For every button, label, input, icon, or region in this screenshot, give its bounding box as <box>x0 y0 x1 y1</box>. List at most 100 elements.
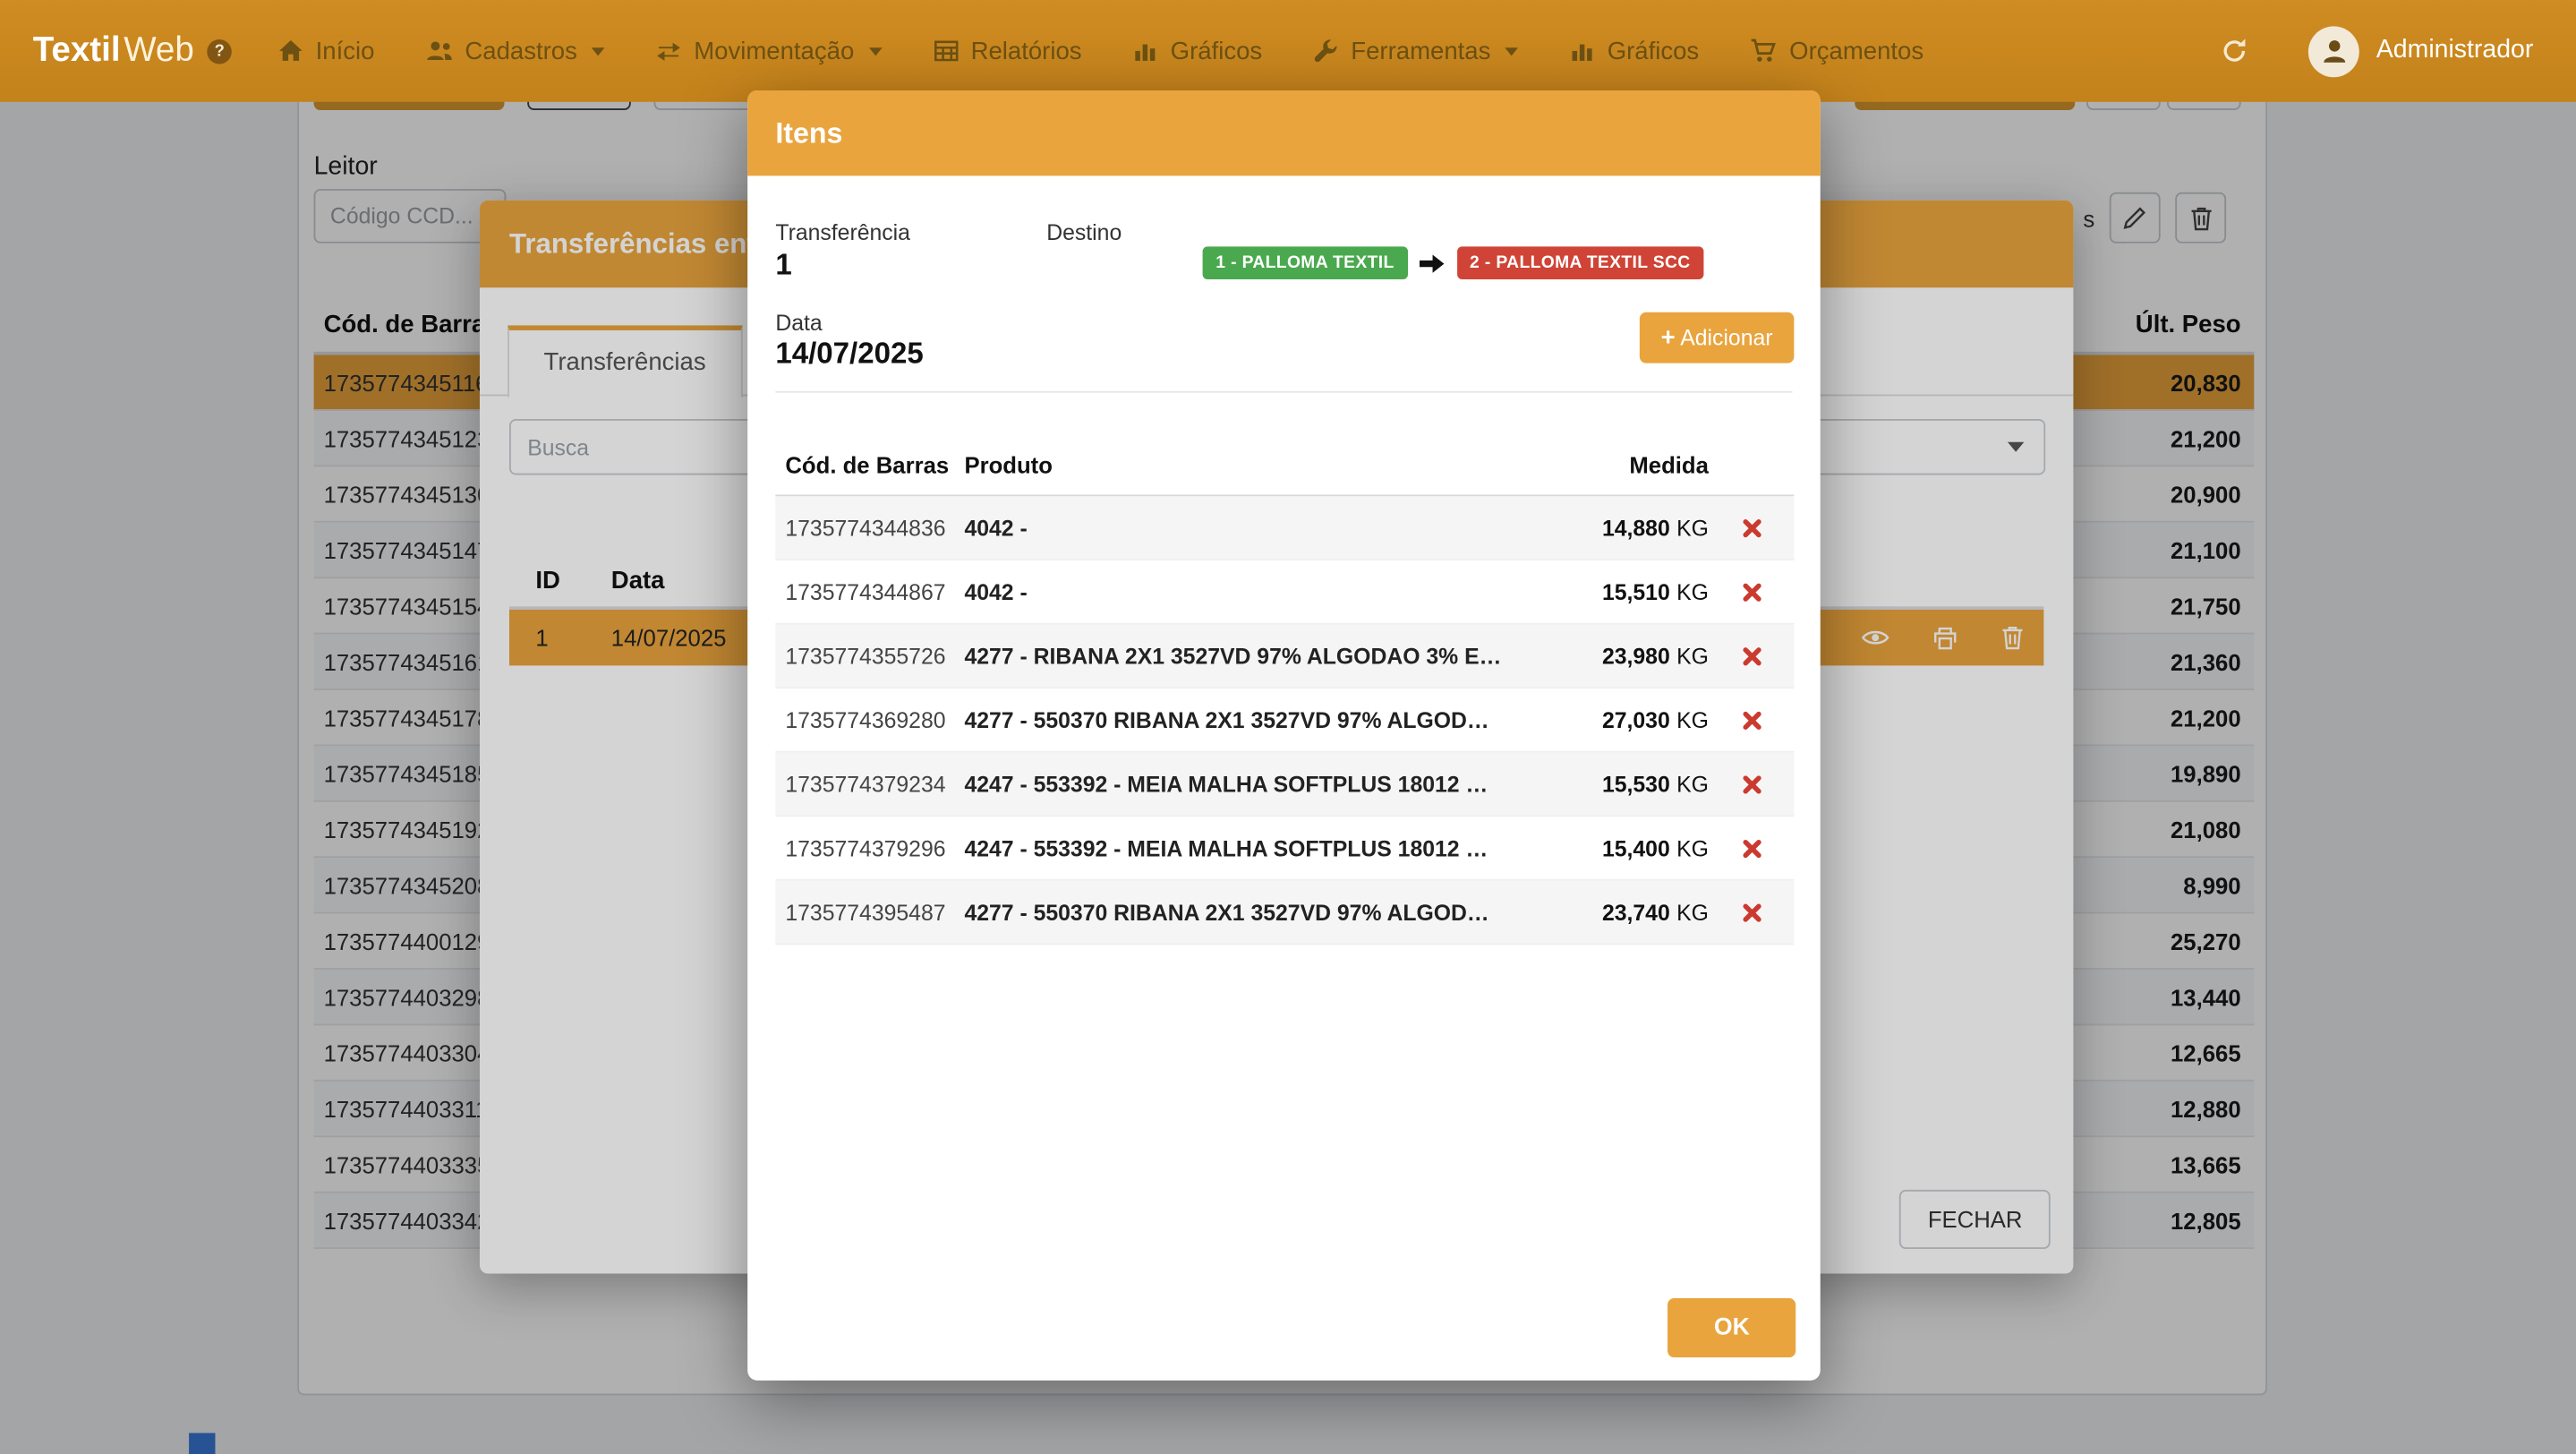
close-icon <box>1741 837 1762 859</box>
arrow-right-icon <box>1419 252 1445 274</box>
item-product: 4277 - 550370 RIBANA 2X1 3527VD 97% ALGO… <box>964 707 1519 732</box>
item-measure: 27,030KG <box>1520 707 1709 732</box>
destination-badge: 2 - PALLOMA TEXTIL SCC <box>1456 246 1703 279</box>
item-row: 1735774344867 4042 - 15,510KG <box>775 560 1794 625</box>
remove-item-button[interactable] <box>1709 837 1794 859</box>
caret-down-icon <box>592 47 605 55</box>
remove-item-button[interactable] <box>1709 709 1794 731</box>
item-measure: 23,740KG <box>1520 900 1709 925</box>
nav-label: Relatórios <box>971 37 1082 64</box>
nav-movimentacao[interactable]: Movimentação <box>656 37 882 64</box>
items-table: Cód. de Barras Produto Medida 1735774344… <box>775 435 1794 945</box>
divider <box>775 391 1792 393</box>
nav-ferramentas[interactable]: Ferramentas <box>1313 37 1518 64</box>
caret-down-icon <box>1506 47 1519 55</box>
close-icon <box>1741 581 1762 603</box>
itens-modal-header: Itens <box>747 90 1821 175</box>
item-measure: 23,980KG <box>1520 644 1709 669</box>
chart-icon <box>1569 38 1595 64</box>
itens-modal-body: Transferência 1 Destino 1 - PALLOMA TEXT… <box>747 175 1821 1380</box>
item-product: 4247 - 553392 - MEIA MALHA SOFTPLUS 1801… <box>964 772 1519 797</box>
item-row: 1735774355726 4277 - RIBANA 2X1 3527VD 9… <box>775 624 1794 689</box>
top-navbar: Textil Web ? Início Cadastros Movimentaç… <box>0 0 2576 102</box>
remove-item-button[interactable] <box>1709 774 1794 795</box>
nav-label: Início <box>316 37 375 64</box>
item-row: 1735774395487 4277 - 550370 RIBANA 2X1 3… <box>775 881 1794 945</box>
close-icon <box>1741 902 1762 923</box>
transferencia-value: 1 <box>775 248 791 283</box>
cart-icon <box>1750 38 1778 64</box>
remove-item-button[interactable] <box>1709 517 1794 538</box>
origin-badge: 1 - PALLOMA TEXTIL <box>1203 246 1408 279</box>
items-table-body: 1735774344836 4042 - 14,880KG 1735774344… <box>775 496 1794 945</box>
destino-badges: 1 - PALLOMA TEXTIL 2 - PALLOMA TEXTIL SC… <box>1203 246 1704 279</box>
item-row: 1735774344836 4042 - 14,880KG <box>775 496 1794 560</box>
item-product: 4247 - 553392 - MEIA MALHA SOFTPLUS 1801… <box>964 835 1519 860</box>
itens-modal: Itens Transferência 1 Destino 1 - PALLOM… <box>747 90 1821 1381</box>
nav-cadastros[interactable]: Cadastros <box>425 37 605 64</box>
users-icon <box>425 38 453 64</box>
nav-label: Cadastros <box>465 37 577 64</box>
modal-title: Itens <box>775 115 842 150</box>
column-header-barcode: Cód. de Barras <box>775 452 964 478</box>
adicionar-button[interactable]: + Adicionar <box>1640 312 1795 364</box>
item-measure: 15,530KG <box>1520 772 1709 797</box>
nav-orcamentos[interactable]: Orçamentos <box>1750 37 1923 64</box>
brand[interactable]: Textil Web ? <box>33 31 232 71</box>
transferencia-label: Transferência <box>775 220 910 245</box>
nav-graficos-1[interactable]: Gráficos <box>1132 37 1262 64</box>
caret-down-icon <box>869 47 883 55</box>
item-row: 1735774379234 4247 - 553392 - MEIA MALHA… <box>775 753 1794 817</box>
nav-right: Administrador <box>2220 25 2533 76</box>
app-root: Leitor s Cód. de Barras Últ <box>0 0 2576 1454</box>
data-label: Data <box>775 311 822 336</box>
nav-label: Gráficos <box>1608 37 1700 64</box>
ok-button[interactable]: OK <box>1668 1298 1796 1357</box>
close-icon <box>1741 774 1762 795</box>
item-barcode: 1735774344867 <box>775 579 964 604</box>
nav-graficos-2[interactable]: Gráficos <box>1569 37 1699 64</box>
user-name: Administrador <box>2376 36 2534 65</box>
help-icon[interactable]: ? <box>207 38 232 64</box>
refresh-button[interactable] <box>2220 36 2249 65</box>
destino-label: Destino <box>1046 220 1122 245</box>
remove-item-button[interactable] <box>1709 902 1794 923</box>
wrench-icon <box>1313 38 1339 64</box>
nav-label: Movimentação <box>694 37 854 64</box>
item-row: 1735774379296 4247 - 553392 - MEIA MALHA… <box>775 817 1794 881</box>
exchange-icon <box>656 38 682 64</box>
item-barcode: 1735774369280 <box>775 707 964 732</box>
item-barcode: 1735774395487 <box>775 900 964 925</box>
item-row: 1735774369280 4277 - 550370 RIBANA 2X1 3… <box>775 689 1794 753</box>
item-product: 4277 - 550370 RIBANA 2X1 3527VD 97% ALGO… <box>964 900 1519 925</box>
item-product: 4042 - <box>964 579 1519 604</box>
item-barcode: 1735774379296 <box>775 835 964 860</box>
column-header-medida: Medida <box>1520 452 1709 478</box>
adicionar-label: Adicionar <box>1680 325 1772 350</box>
user-menu[interactable]: Administrador <box>2309 25 2534 76</box>
item-barcode: 1735774379234 <box>775 772 964 797</box>
nav-inicio[interactable]: Início <box>277 37 374 64</box>
column-header-produto: Produto <box>964 452 1519 478</box>
chart-icon <box>1132 38 1158 64</box>
nav-menu: Início Cadastros Movimentação Relatórios… <box>277 37 1923 64</box>
item-measure: 14,880KG <box>1520 515 1709 540</box>
plus-icon: + <box>1661 324 1676 352</box>
item-measure: 15,510KG <box>1520 579 1709 604</box>
close-icon <box>1741 517 1762 538</box>
nav-label: Orçamentos <box>1789 37 1923 64</box>
home-icon <box>277 38 303 64</box>
close-icon <box>1741 709 1762 731</box>
user-avatar-icon <box>2309 25 2360 76</box>
report-icon <box>933 38 959 64</box>
nav-label: Gráficos <box>1171 37 1263 64</box>
brand-light: Web <box>124 31 194 71</box>
data-value: 14/07/2025 <box>775 337 923 372</box>
close-icon <box>1741 645 1762 666</box>
nav-relatorios[interactable]: Relatórios <box>933 37 1081 64</box>
remove-item-button[interactable] <box>1709 645 1794 666</box>
items-table-header: Cód. de Barras Produto Medida <box>775 435 1794 496</box>
item-barcode: 1735774344836 <box>775 515 964 540</box>
remove-item-button[interactable] <box>1709 581 1794 603</box>
item-barcode: 1735774355726 <box>775 644 964 669</box>
